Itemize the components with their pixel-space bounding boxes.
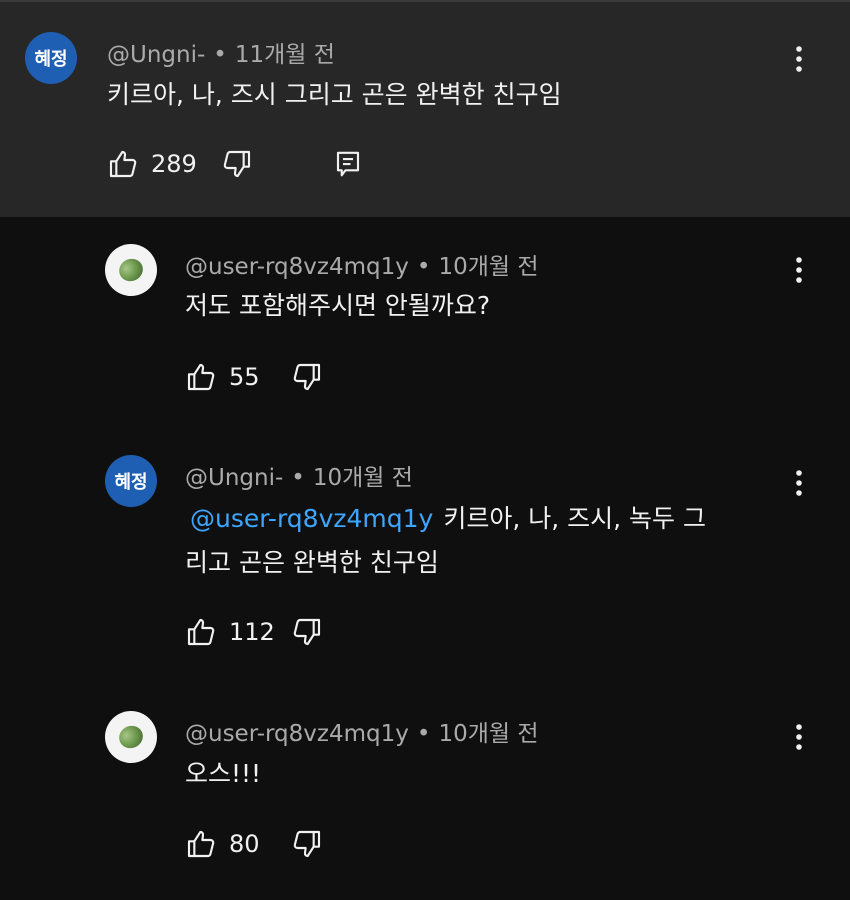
comment-meta: @user-rq8vz4mq1y • 10개월 전	[185, 247, 539, 281]
comment-text-line-1: @user-rq8vz4mq1y 키르아, 나, 즈시, 녹두 그	[190, 497, 706, 540]
more-options-button[interactable]	[787, 463, 811, 503]
comment-author[interactable]: @user-rq8vz4mq1y	[185, 254, 409, 280]
comment-text: 저도 포함해주시면 안될까요?	[185, 291, 491, 320]
more-vert-icon	[796, 257, 802, 283]
comment-text: 오스!!!	[185, 759, 262, 788]
more-vert-icon	[796, 724, 802, 750]
more-options-button[interactable]	[787, 717, 811, 757]
comment-time[interactable]: 10개월 전	[438, 721, 538, 747]
comments-screen: 혜정 @Ungni- • 11개월 전 키르아, 나, 즈시 그리고 곤은 완벽한 …	[0, 0, 850, 900]
avatar[interactable]: 혜정	[25, 32, 77, 84]
comment-time[interactable]: 10개월 전	[313, 465, 413, 491]
thumb-down-icon[interactable]	[291, 828, 323, 860]
comment-text: 키르아, 나, 즈시, 녹두 그	[443, 504, 706, 533]
comment-actions: 112	[185, 616, 323, 648]
avatar-initials: 혜정	[34, 49, 68, 70]
comment-text: 키르아, 나, 즈시 그리고 곤은 완벽한 친구임	[107, 80, 562, 109]
comment-text-line-2: 리고 곤은 완벽한 친구임	[185, 548, 439, 577]
comment-time[interactable]: 10개월 전	[438, 254, 538, 280]
comment-meta: @Ungni- • 11개월 전	[107, 35, 335, 69]
thumb-down-icon[interactable]	[291, 616, 323, 648]
comment-actions: 80	[185, 828, 323, 860]
more-vert-icon	[796, 46, 802, 72]
mention-link[interactable]: @user-rq8vz4mq1y	[190, 504, 433, 533]
avatar-ball-icon	[115, 721, 147, 753]
comment-meta: @Ungni- • 10개월 전	[185, 458, 413, 492]
avatar-ball-icon	[115, 254, 147, 286]
thumb-up-icon[interactable]	[185, 828, 217, 860]
meta-separator: •	[291, 465, 305, 491]
reply-item: @user-rq8vz4mq1y • 10개월 전 오스!!! 80	[0, 680, 850, 900]
more-options-button[interactable]	[787, 39, 811, 79]
meta-separator: •	[213, 42, 227, 68]
reply-icon[interactable]	[333, 148, 363, 180]
comment-time[interactable]: 11개월 전	[235, 42, 335, 68]
thumb-up-icon[interactable]	[107, 148, 139, 180]
avatar-initials: 혜정	[114, 472, 148, 493]
more-vert-icon	[796, 470, 802, 496]
comment-author[interactable]: @Ungni-	[107, 42, 205, 68]
comment-author[interactable]: @user-rq8vz4mq1y	[185, 721, 409, 747]
comment-actions: 289	[107, 148, 363, 180]
comment-author[interactable]: @Ungni-	[185, 465, 283, 491]
avatar[interactable]: 혜정	[105, 455, 157, 507]
comment-highlighted: 혜정 @Ungni- • 11개월 전 키르아, 나, 즈시 그리고 곤은 완벽한 …	[0, 0, 850, 217]
more-options-button[interactable]	[787, 250, 811, 290]
comment-meta: @user-rq8vz4mq1y • 10개월 전	[185, 714, 539, 748]
thumb-down-icon[interactable]	[221, 148, 253, 180]
avatar[interactable]	[105, 244, 157, 296]
comment-actions: 55	[185, 361, 323, 393]
reply-item: @user-rq8vz4mq1y • 10개월 전 저도 포함해주시면 안될까요? …	[0, 217, 850, 430]
thumb-down-icon[interactable]	[291, 361, 323, 393]
thumb-up-icon[interactable]	[185, 361, 217, 393]
reply-item: 혜정 @Ungni- • 10개월 전 @user-rq8vz4mq1y 키르아, 나…	[0, 430, 850, 680]
avatar[interactable]	[105, 711, 157, 763]
meta-separator: •	[416, 254, 431, 280]
like-count: 289	[151, 150, 197, 178]
thumb-up-icon[interactable]	[185, 616, 217, 648]
meta-separator: •	[416, 721, 431, 747]
